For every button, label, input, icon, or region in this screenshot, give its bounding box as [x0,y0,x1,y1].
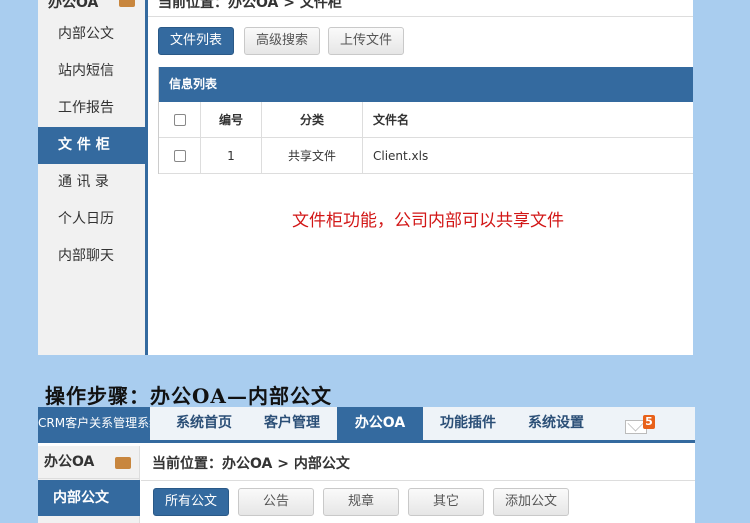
sidebar-item-documents[interactable]: 内部公文 [38,16,145,53]
sidebar-2: 办公OA 内部公文 [38,446,140,523]
row-checkbox[interactable] [173,149,186,162]
notice-button[interactable]: 公告 [238,488,314,516]
breadcrumb: 当前位置：办公OA > 内部公文 [152,456,350,472]
sidebar-title: 办公OA [44,454,95,470]
rules-button[interactable]: 规章 [323,488,399,516]
row-filename[interactable]: Client.xls [363,138,693,173]
nav-customers[interactable]: 客户管理 [252,407,332,440]
brand-logo: CRM客户关系管理系统 [38,407,150,440]
sidebar-header: 办公OA [38,0,145,16]
annotation-note: 文件柜功能，公司内部可以共享文件 [292,211,564,231]
select-all-checkbox[interactable] [173,113,186,126]
divider [141,480,695,481]
nav-home[interactable]: 系统首页 [164,407,244,440]
table-title: 信息列表 [159,67,693,102]
sidebar-item-reports[interactable]: 工作报告 [38,90,145,127]
breadcrumb: 当前位置：办公OA > 文件柜 [158,0,342,11]
sidebar-item-messages[interactable]: 站内短信 [38,53,145,90]
row-number: 1 [201,138,262,173]
internal-documents-panel: CRM客户关系管理系统 系统首页 客户管理 办公OA 功能插件 系统设置 5 办… [38,407,695,523]
top-navbar: CRM客户关系管理系统 系统首页 客户管理 办公OA 功能插件 系统设置 5 [38,407,695,443]
nav-plugins[interactable]: 功能插件 [430,407,506,440]
upload-file-button[interactable]: 上传文件 [328,27,404,55]
mail-count-badge: 5 [643,415,655,429]
divider [148,16,693,17]
select-all-cell [159,102,201,137]
all-documents-button[interactable]: 所有公文 [153,488,229,516]
sidebar-item-calendar[interactable]: 个人日历 [38,201,145,238]
row-select-cell [159,138,201,173]
folder-icon [119,0,135,7]
sidebar-item-chat[interactable]: 内部聊天 [38,238,145,275]
table-row[interactable]: 1 共享文件 Client.xls [159,138,693,174]
table-header-row: 编号 分类 文件名 [159,102,693,138]
column-header-number[interactable]: 编号 [201,102,262,137]
row-category: 共享文件 [262,138,363,173]
sidebar-title: 办公OA [48,0,99,11]
info-table: 信息列表 编号 分类 文件名 1 共享文件 Client.xls [158,67,693,174]
nav-settings[interactable]: 系统设置 [516,407,596,440]
column-header-filename[interactable]: 文件名 [363,102,693,137]
file-list-button[interactable]: 文件列表 [158,27,234,55]
sidebar-item-file-cabinet[interactable]: 文 件 柜 [38,127,145,164]
file-cabinet-panel: 办公OA 内部公文 站内短信 工作报告 文 件 柜 通 讯 录 个人日历 内部聊… [38,0,693,355]
sidebar-item-contacts[interactable]: 通 讯 录 [38,164,145,201]
folder-icon [115,457,131,469]
step-caption: 操作步骤：办公OA—内部公文 [45,384,332,408]
other-button[interactable]: 其它 [408,488,484,516]
sidebar-header: 办公OA [38,446,139,479]
sidebar-item-documents[interactable]: 内部公文 [38,480,140,516]
column-header-category[interactable]: 分类 [262,102,363,137]
nav-office-oa[interactable]: 办公OA [337,407,423,440]
main-content: 当前位置：办公OA > 文件柜 文件列表 高级搜索 上传文件 信息列表 编号 分… [148,0,693,355]
add-document-button[interactable]: 添加公文 [493,488,569,516]
sidebar: 办公OA 内部公文 站内短信 工作报告 文 件 柜 通 讯 录 个人日历 内部聊… [38,0,148,355]
advanced-search-button[interactable]: 高级搜索 [244,27,320,55]
